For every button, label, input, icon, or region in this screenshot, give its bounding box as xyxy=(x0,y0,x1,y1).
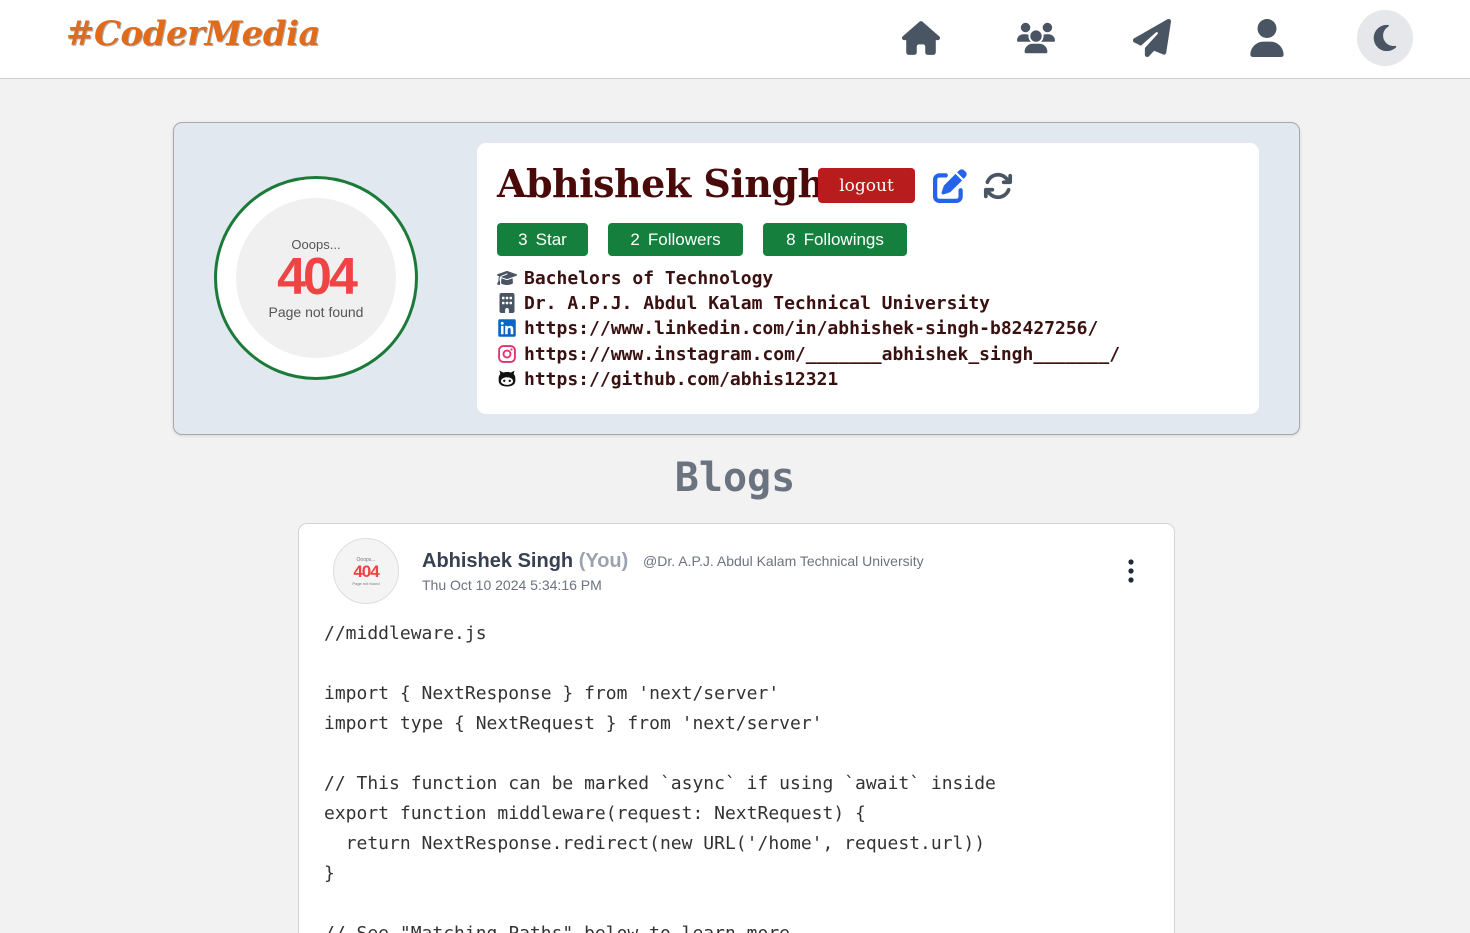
github-row: https://github.com/abhis12321 xyxy=(497,368,838,390)
blog-post-card: Ooops... 404 Page not found Abhishek Sin… xyxy=(298,523,1175,933)
more-options-icon[interactable] xyxy=(1121,558,1141,584)
post-author[interactable]: Abhishek Singh (You) xyxy=(422,550,628,573)
degree-text: Bachelors of Technology xyxy=(524,267,774,289)
followings-count: 8 xyxy=(786,229,796,249)
followers-label: Followers xyxy=(647,229,721,249)
post-author-name: Abhishek Singh xyxy=(422,550,574,572)
author-avatar-not-found-text: Page not found xyxy=(352,580,380,586)
logout-button[interactable]: logout xyxy=(818,168,915,203)
moon-icon xyxy=(1373,24,1397,52)
avatar-not-found-text: Page not found xyxy=(268,303,364,320)
university-row: Dr. A.P.J. Abdul Kalam Technical Univers… xyxy=(497,292,990,314)
refresh-icon[interactable] xyxy=(983,171,1013,201)
author-avatar[interactable]: Ooops... 404 Page not found xyxy=(333,538,399,604)
profile-avatar[interactable]: Ooops... 404 Page not found xyxy=(214,176,418,380)
followings-count-button[interactable]: 8 Followings xyxy=(763,223,907,256)
edit-icon[interactable] xyxy=(933,169,967,203)
blogs-heading: Blogs xyxy=(674,455,796,501)
user-icon[interactable] xyxy=(1246,17,1288,59)
followers-count: 2 xyxy=(630,229,640,249)
followers-count-button[interactable]: 2 Followers xyxy=(608,223,743,256)
post-author-you-tag: (You) xyxy=(578,550,629,572)
linkedin-row: https://www.linkedin.com/in/abhishek-sin… xyxy=(497,317,1098,339)
navbar: #CoderMedia xyxy=(0,0,1470,79)
linkedin-link[interactable]: https://www.linkedin.com/in/abhishek-sin… xyxy=(524,318,1098,339)
linkedin-icon xyxy=(498,319,516,337)
instagram-row: https://www.instagram.com/_______abhishe… xyxy=(497,343,1120,365)
github-icon xyxy=(498,370,516,387)
post-author-university: @Dr. A.P.J. Abdul Kalam Technical Univer… xyxy=(643,553,924,569)
university-text: Dr. A.P.J. Abdul Kalam Technical Univers… xyxy=(524,292,990,314)
brand-logo[interactable]: #CoderMedia xyxy=(66,14,321,54)
users-icon[interactable] xyxy=(1015,17,1057,59)
profile-name: Abhishek Singh xyxy=(497,161,825,206)
profile-info-box: Abhishek Singh logout 3 Star 2 Followers… xyxy=(477,143,1259,414)
building-icon xyxy=(499,293,515,313)
theme-toggle-button[interactable] xyxy=(1357,10,1413,66)
star-count: 3 xyxy=(518,229,528,249)
profile-card: Ooops... 404 Page not found Abhishek Sin… xyxy=(173,122,1300,435)
post-date: Thu Oct 10 2024 5:34:16 PM xyxy=(422,577,602,593)
avatar-placeholder-image: Ooops... 404 Page not found xyxy=(236,198,396,358)
followings-label: Followings xyxy=(803,229,884,249)
github-link[interactable]: https://github.com/abhis12321 xyxy=(524,369,838,390)
instagram-icon xyxy=(498,345,516,363)
star-count-button[interactable]: 3 Star xyxy=(497,223,588,256)
degree-row: Bachelors of Technology xyxy=(497,267,773,289)
star-label: Star xyxy=(535,229,567,249)
post-content: //middleware.js import { NextResponse } … xyxy=(324,623,996,933)
home-icon[interactable] xyxy=(900,17,942,59)
paper-plane-icon[interactable] xyxy=(1131,17,1173,59)
avatar-404-text: 404 xyxy=(277,247,358,306)
instagram-link[interactable]: https://www.instagram.com/_______abhishe… xyxy=(524,344,1120,365)
author-avatar-404-text: 404 xyxy=(353,561,379,581)
graduation-cap-icon xyxy=(497,271,517,286)
